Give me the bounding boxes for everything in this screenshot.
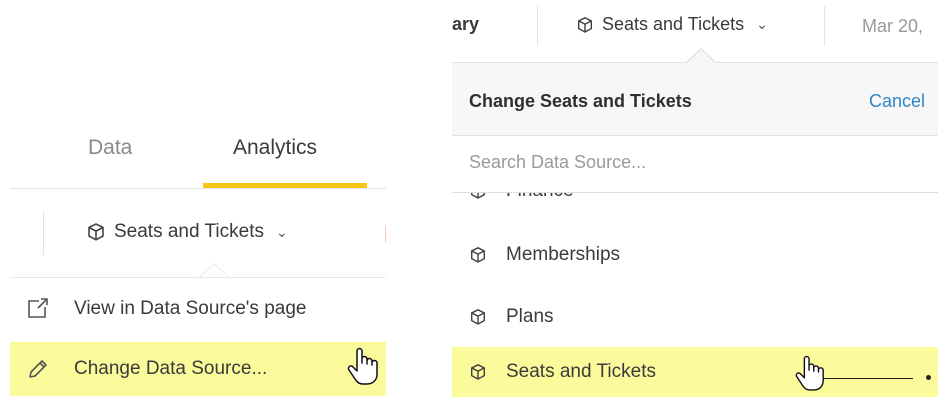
- tab-analytics[interactable]: Analytics: [233, 136, 317, 160]
- topbar-datasource-label: Seats and Tickets: [602, 14, 745, 34]
- datasource-label: Seats and Tickets: [114, 221, 264, 242]
- list-item-memberships[interactable]: Memberships: [452, 225, 938, 285]
- cube-icon: [469, 363, 487, 381]
- pencil-icon: [26, 358, 52, 380]
- hand-cursor-icon: [794, 353, 826, 393]
- cursor-underline: [823, 378, 913, 379]
- tabs-divider: [10, 188, 386, 189]
- search-input[interactable]: Search Data Source...: [469, 152, 646, 173]
- topbar-separator: [537, 6, 538, 46]
- topbar-partial-title: ary: [452, 14, 480, 34]
- dropdown-title: Change Seats and Tickets: [469, 91, 692, 111]
- list-item-label: Memberships: [506, 244, 621, 265]
- right-panel: ary Seats and Tickets ⌄ Mar 20, Change S…: [452, 0, 938, 397]
- toolbar-separator: [43, 211, 44, 255]
- toolbar-separator-right: [385, 225, 386, 243]
- popover-top-border: [10, 277, 386, 278]
- selected-dot-icon: [926, 375, 931, 380]
- cube-icon: [86, 222, 106, 242]
- list-item-label: Finance: [506, 193, 574, 202]
- hand-cursor-icon: [346, 346, 380, 386]
- list-item-label: Plans: [506, 306, 554, 327]
- cube-icon: [469, 246, 487, 264]
- topbar-datasource-button[interactable]: Seats and Tickets ⌄: [576, 14, 768, 35]
- left-panel: Data Analytics Seats and Tickets ⌄ View …: [0, 0, 400, 397]
- datasource-button[interactable]: Seats and Tickets ⌄: [86, 221, 288, 243]
- external-link-icon: [26, 298, 52, 320]
- popover-caret-fill: [200, 264, 228, 277]
- menu-item-view-in-datasource[interactable]: View in Data Source's page: [10, 282, 386, 336]
- list-item-label: Seats and Tickets: [506, 361, 656, 382]
- chevron-down-icon: ⌄: [275, 223, 288, 240]
- dropdown-caret-fill: [687, 50, 715, 63]
- cube-icon: [576, 16, 594, 34]
- cube-icon: [469, 193, 487, 200]
- chevron-down-icon: ⌄: [756, 16, 768, 32]
- menu-item-label: Change Data Source...: [74, 358, 268, 379]
- menu-item-label: View in Data Source's page: [74, 298, 307, 319]
- cancel-button[interactable]: Cancel: [869, 91, 925, 112]
- list-item-seats-and-tickets[interactable]: Seats and Tickets: [452, 347, 938, 397]
- dropdown-header: Change Seats and Tickets Cancel: [452, 62, 938, 136]
- menu-item-change-datasource[interactable]: Change Data Source...: [10, 342, 386, 396]
- datasource-list[interactable]: Finance Memberships Plans: [452, 193, 938, 397]
- tab-data[interactable]: Data: [88, 136, 132, 160]
- cube-icon: [469, 308, 487, 326]
- topbar-date: Mar 20,: [862, 16, 924, 36]
- list-item-plans[interactable]: Plans: [452, 287, 938, 347]
- list-item-finance[interactable]: Finance: [452, 193, 938, 221]
- topbar-separator-2: [824, 6, 825, 46]
